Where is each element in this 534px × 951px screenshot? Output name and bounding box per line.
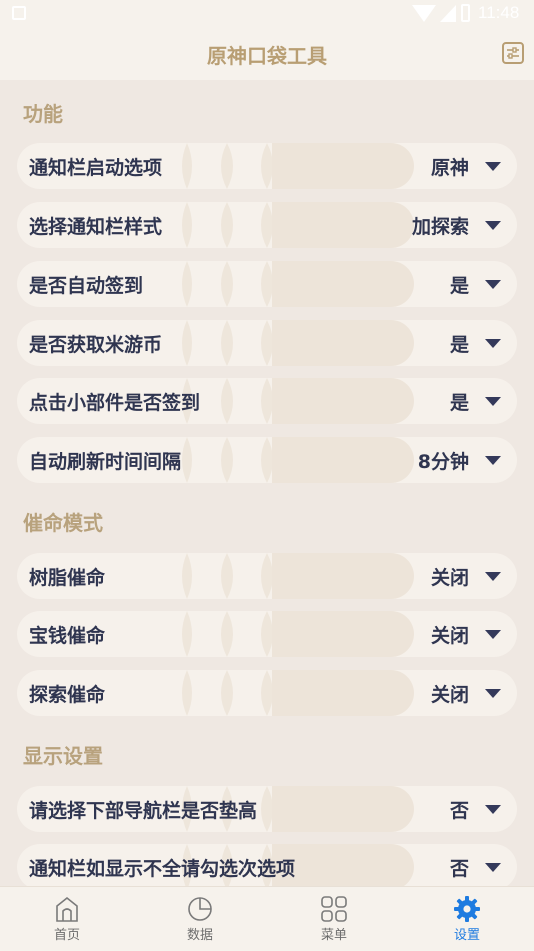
setting-value[interactable]: 是: [450, 271, 469, 298]
sliders-icon[interactable]: [502, 42, 524, 64]
row-shade: [272, 670, 414, 716]
bottom-nav: 首页 数据 菜单 设置: [0, 886, 534, 951]
wifi-icon: [412, 5, 436, 22]
grid-menu-icon: [321, 896, 347, 922]
setting-value[interactable]: 是: [450, 330, 469, 357]
setting-row-notification-display[interactable]: 通知栏如显示不全请勾选次选项 否: [17, 844, 517, 886]
section-title-features: 功能: [23, 102, 63, 126]
setting-row-auto-signin[interactable]: 是否自动签到 是: [17, 261, 517, 307]
setting-value[interactable]: 原神: [431, 153, 469, 180]
nav-item-data[interactable]: 数据: [133, 887, 267, 951]
nav-label: 菜单: [320, 928, 347, 943]
setting-row-coin-reminder[interactable]: 宝钱催命 关闭: [17, 611, 517, 657]
setting-value[interactable]: 否: [450, 796, 469, 823]
dropdown-arrow-icon[interactable]: [485, 630, 501, 639]
row-shade: [272, 143, 414, 189]
setting-label: 树脂催命: [29, 567, 106, 589]
signal-icon: [440, 5, 456, 22]
setting-label: 点击小部件是否签到: [29, 392, 201, 414]
dropdown-arrow-icon[interactable]: [485, 162, 501, 171]
setting-row-notification-style[interactable]: 选择通知栏样式 加探索: [17, 202, 517, 248]
dropdown-arrow-icon[interactable]: [485, 339, 501, 348]
row-shade: [272, 611, 414, 657]
setting-label: 探索催命: [29, 684, 106, 706]
dropdown-arrow-icon[interactable]: [485, 805, 501, 814]
nav-label: 首页: [53, 928, 80, 943]
dropdown-arrow-icon[interactable]: [485, 863, 501, 872]
setting-row-refresh-interval[interactable]: 自动刷新时间间隔 8分钟: [17, 437, 517, 483]
setting-row-nav-padding[interactable]: 请选择下部导航栏是否垫高 否: [17, 786, 517, 832]
section-title-reminder-mode: 催命模式: [23, 511, 103, 535]
setting-value[interactable]: 加探索: [412, 212, 469, 239]
nav-label: 数据: [186, 928, 213, 943]
dropdown-arrow-icon[interactable]: [485, 221, 501, 230]
page-title: 原神口袋工具: [207, 44, 327, 68]
status-bar: 11:48: [0, 0, 534, 28]
row-shade: [272, 553, 414, 599]
setting-value[interactable]: 关闭: [431, 563, 469, 590]
notification-icon: [12, 6, 26, 20]
row-shade: [272, 261, 414, 307]
setting-value[interactable]: 关闭: [431, 680, 469, 707]
setting-label: 通知栏启动选项: [29, 157, 163, 179]
nav-item-menu[interactable]: 菜单: [267, 887, 401, 951]
setting-value[interactable]: 8分钟: [418, 447, 469, 474]
setting-value[interactable]: 否: [450, 854, 469, 881]
setting-label: 自动刷新时间间隔: [29, 451, 182, 473]
setting-row-widget-signin[interactable]: 点击小部件是否签到 是: [17, 378, 517, 424]
settings-list[interactable]: 功能 通知栏启动选项 原神 选择通知栏样式 加探索 是否自动签到 是 是否获取米…: [0, 80, 534, 886]
dropdown-arrow-icon[interactable]: [485, 397, 501, 406]
nav-label: 设置: [453, 928, 480, 943]
row-shade: [272, 378, 414, 424]
row-shade: [272, 786, 414, 832]
setting-value[interactable]: 关闭: [431, 621, 469, 648]
gear-icon: [454, 896, 480, 922]
dropdown-arrow-icon[interactable]: [485, 689, 501, 698]
nav-item-settings[interactable]: 设置: [400, 887, 534, 951]
status-time: 11:48: [478, 3, 520, 22]
battery-icon: [461, 4, 470, 22]
pie-chart-icon: [188, 897, 212, 921]
setting-label: 通知栏如显示不全请勾选次选项: [29, 858, 296, 880]
row-shade: [272, 437, 414, 483]
setting-row-explore-reminder[interactable]: 探索催命 关闭: [17, 670, 517, 716]
setting-label: 请选择下部导航栏是否垫高: [29, 800, 258, 822]
app-bar: 原神口袋工具: [0, 28, 534, 80]
nav-item-home[interactable]: 首页: [0, 887, 134, 951]
setting-value[interactable]: 是: [450, 388, 469, 415]
row-shade: [272, 320, 414, 366]
setting-row-get-coins[interactable]: 是否获取米游币 是: [17, 320, 517, 366]
setting-row-notification-launch[interactable]: 通知栏启动选项 原神: [17, 143, 517, 189]
setting-label: 宝钱催命: [29, 625, 106, 647]
dropdown-arrow-icon[interactable]: [485, 280, 501, 289]
setting-label: 选择通知栏样式: [29, 216, 163, 238]
setting-row-resin-reminder[interactable]: 树脂催命 关闭: [17, 553, 517, 599]
setting-label: 是否获取米游币: [29, 334, 163, 356]
section-title-display: 显示设置: [23, 744, 103, 768]
setting-label: 是否自动签到: [29, 275, 144, 297]
row-shade: [272, 202, 414, 248]
home-icon: [56, 896, 78, 922]
dropdown-arrow-icon[interactable]: [485, 456, 501, 465]
dropdown-arrow-icon[interactable]: [485, 572, 501, 581]
